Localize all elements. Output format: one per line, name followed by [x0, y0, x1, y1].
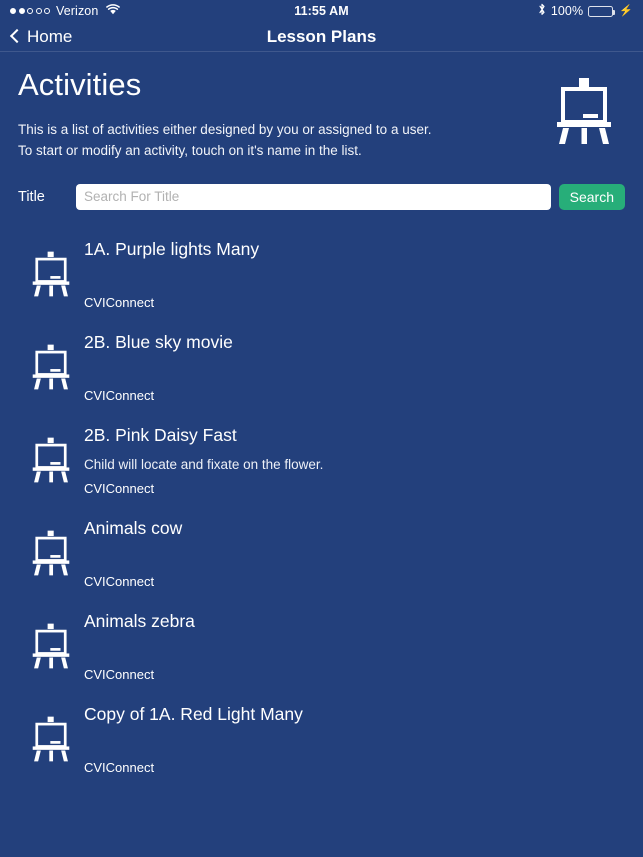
activity-owner: CVIConnect: [84, 759, 155, 775]
wifi-icon: [106, 4, 121, 18]
search-button[interactable]: Search: [558, 183, 625, 210]
activity-text: Copy of 1A. Red Light Many CVIConnect: [84, 693, 625, 786]
page-description-line-2: To start or modify an activity, touch on…: [18, 143, 362, 159]
page-description-line-1: This is a list of activities either desi…: [18, 122, 432, 138]
activity-title: Animals zebra: [84, 610, 195, 631]
activity-owner: CVIConnect: [84, 294, 155, 310]
page-header: Activities This is a list of activities …: [0, 52, 643, 162]
battery-icon: [588, 5, 616, 17]
activity-text: Animals cow CVIConnect: [84, 507, 625, 600]
activity-row[interactable]: 2B. Blue sky movie CVIConnect: [18, 321, 625, 414]
activity-title: Copy of 1A. Red Light Many: [84, 703, 303, 724]
search-row: Title Search: [0, 162, 643, 210]
page-description: This is a list of activities either desi…: [18, 120, 625, 162]
activity-owner: CVIConnect: [84, 573, 155, 589]
bluetooth-icon: [538, 3, 546, 19]
search-label: Title: [18, 188, 45, 205]
charging-bolt-icon: ⚡: [619, 4, 633, 17]
easel-icon: [18, 251, 84, 297]
status-bar-right: 100% ⚡: [538, 3, 633, 19]
activity-title: 2B. Blue sky movie: [84, 331, 233, 352]
easel-icon: [553, 78, 615, 149]
activity-row[interactable]: 1A. Purple lights Many CVIConnect: [18, 228, 625, 321]
activity-text: Animals zebra CVIConnect: [84, 600, 625, 693]
status-bar: Verizon 11:55 AM 100% ⚡: [0, 0, 643, 22]
search-input[interactable]: [76, 183, 551, 210]
easel-icon: [18, 437, 84, 483]
activity-text: 1A. Purple lights Many CVIConnect: [84, 228, 625, 321]
activity-text: 2B. Pink Daisy Fast Child will locate and…: [84, 414, 625, 507]
easel-icon: [18, 716, 84, 762]
navigation-bar: Home Lesson Plans: [0, 22, 643, 52]
status-bar-left: Verizon: [10, 4, 121, 18]
activity-owner: CVIConnect: [84, 480, 155, 496]
carrier-label: Verizon: [56, 4, 99, 18]
activity-title: 1A. Purple lights Many: [84, 238, 260, 259]
easel-icon: [18, 623, 84, 669]
activity-row[interactable]: Copy of 1A. Red Light Many CVIConnect: [18, 693, 625, 786]
activity-owner: CVIConnect: [84, 387, 155, 403]
activity-description: Child will locate and fixate on the flow…: [84, 457, 324, 473]
activity-owner: CVIConnect: [84, 666, 155, 682]
activity-row[interactable]: 2B. Pink Daisy Fast Child will locate and…: [18, 414, 625, 507]
activity-list: 1A. Purple lights Many CVIConnect 2B. Blue…: [0, 228, 643, 786]
chevron-left-icon: [9, 28, 25, 44]
activity-row[interactable]: Animals zebra CVIConnect: [18, 600, 625, 693]
back-button[interactable]: Home: [9, 26, 73, 47]
easel-icon: [18, 344, 84, 390]
page-title: Activities: [18, 67, 142, 102]
battery-percentage-label: 100%: [550, 4, 584, 18]
activity-text: 2B. Blue sky movie CVIConnect: [84, 321, 625, 414]
back-button-label: Home: [27, 26, 73, 46]
nav-title: Lesson Plans: [266, 26, 377, 46]
activity-row[interactable]: Animals cow CVIConnect: [18, 507, 625, 600]
easel-icon: [18, 530, 84, 576]
signal-strength-icon: [10, 8, 50, 14]
activity-title: 2B. Pink Daisy Fast: [84, 424, 237, 445]
activity-title: Animals cow: [84, 517, 183, 538]
app-screen: Verizon 11:55 AM 100% ⚡ Home Lesson Plan…: [0, 0, 643, 857]
